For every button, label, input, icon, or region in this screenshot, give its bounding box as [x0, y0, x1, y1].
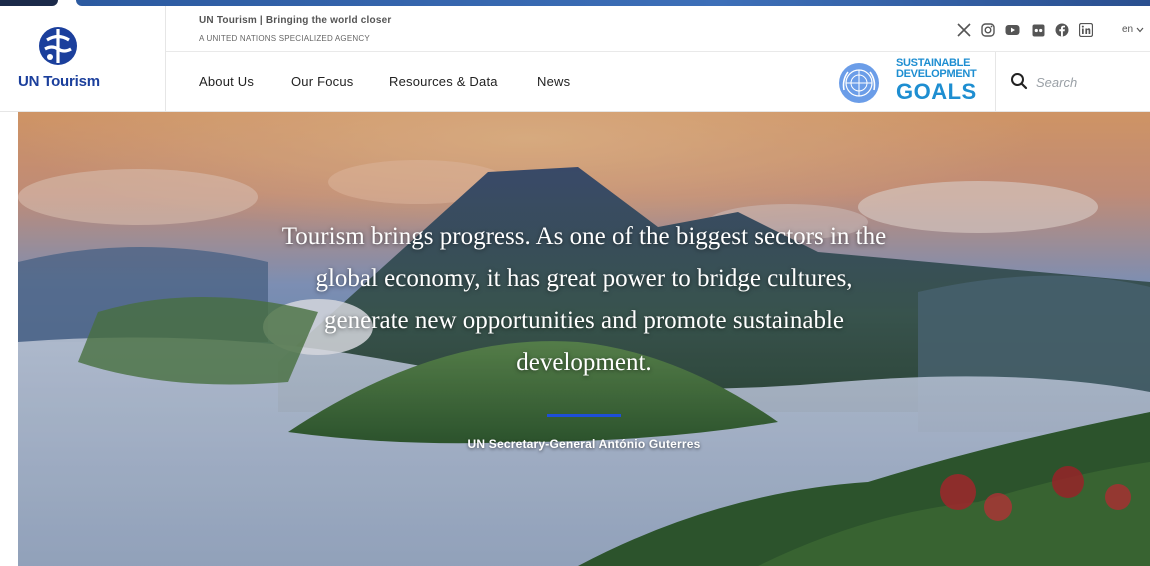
- un-emblem-icon: [839, 63, 879, 103]
- nav-news[interactable]: News: [537, 74, 570, 89]
- hero-quote-author: UN Secretary-General António Guterres: [467, 437, 701, 451]
- brand-subtagline: A UNITED NATIONS SPECIALIZED AGENCY: [199, 34, 370, 43]
- language-selected: en: [1122, 24, 1134, 35]
- nav-about-us[interactable]: About Us: [199, 74, 254, 89]
- page: UN Tourism UN Tourism | Bringing the wor…: [0, 0, 1150, 566]
- search-icon[interactable]: [1010, 72, 1028, 90]
- site-header: UN Tourism UN Tourism | Bringing the wor…: [0, 6, 1150, 112]
- search-divider: [995, 52, 996, 112]
- facebook-icon[interactable]: [1054, 22, 1070, 38]
- hero-banner: Tourism brings progress. As one of the b…: [18, 112, 1150, 566]
- hero-quote: Tourism brings progress. As one of the b…: [18, 216, 1150, 384]
- hero-quote-line-1: Tourism brings progress. As one of the b…: [281, 223, 887, 250]
- hero-quote-line-2: global economy, it has great power to br…: [315, 265, 853, 292]
- language-selector[interactable]: en: [1122, 24, 1144, 35]
- sdg-line-3: GOALS: [896, 79, 977, 104]
- sdg-logo[interactable]: SUSTAINABLE DEVELOPMENT GOALS: [896, 58, 988, 108]
- hero-quote-line-3: generate new opportunities and promote s…: [324, 307, 844, 334]
- search-input[interactable]: [1036, 72, 1146, 92]
- x-icon[interactable]: [956, 22, 972, 38]
- un-tourism-logo-icon: [39, 27, 77, 65]
- brand-name: UN Tourism: [18, 73, 100, 90]
- youtube-icon[interactable]: [1004, 22, 1020, 38]
- chevron-down-icon: [1136, 27, 1144, 32]
- nav-our-focus[interactable]: Our Focus: [291, 74, 353, 89]
- instagram-icon[interactable]: [980, 22, 996, 38]
- linkedin-icon[interactable]: [1078, 22, 1094, 38]
- brand-tagline: UN Tourism | Bringing the world closer: [199, 15, 392, 26]
- header-divider: [166, 51, 1150, 52]
- hero-quote-accent-bar: [547, 414, 621, 417]
- flickr-icon[interactable]: [1030, 22, 1046, 38]
- site-logo-link[interactable]: UN Tourism: [0, 6, 166, 112]
- hero-quote-line-4: development.: [516, 349, 652, 376]
- nav-resources-data[interactable]: Resources & Data: [389, 74, 498, 89]
